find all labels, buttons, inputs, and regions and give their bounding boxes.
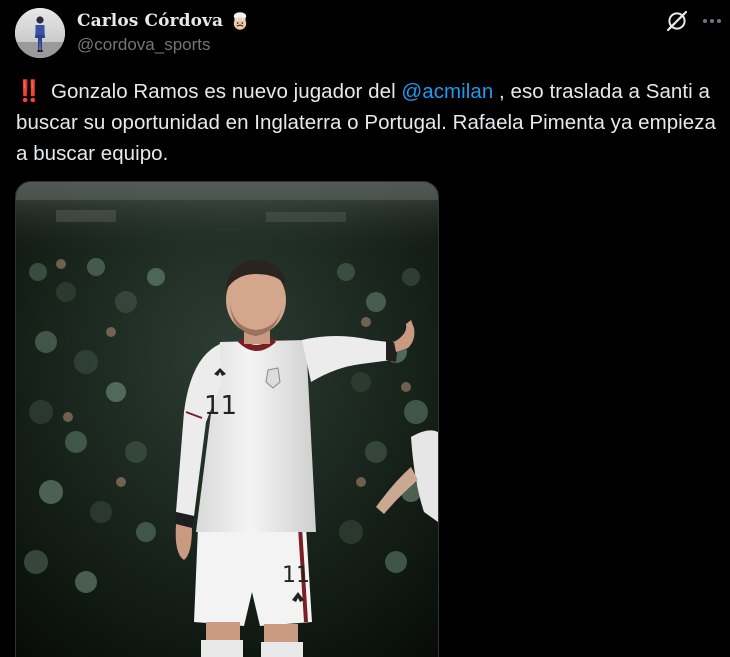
author-name[interactable]: Carlos Córdova <box>77 11 223 31</box>
more-options-icon[interactable] <box>699 8 725 34</box>
author-avatar[interactable] <box>15 8 65 58</box>
avatar-image <box>15 8 65 58</box>
grok-icon[interactable] <box>664 8 690 34</box>
mention-link[interactable]: @acmilan <box>401 80 493 103</box>
author-name-row: Carlos Córdova <box>77 9 250 33</box>
author-handle[interactable]: @cordova_sports <box>77 35 211 55</box>
svg-text:11: 11 <box>204 391 237 421</box>
football-player-photo: 11 11 <box>16 182 438 657</box>
tweet-text: ‼️ Gonzalo Ramos es nuevo jugador del @a… <box>16 76 722 169</box>
chef-face-emoji-icon <box>233 12 247 30</box>
tweet-text-part1: Gonzalo Ramos es nuevo jugador del <box>50 80 402 103</box>
double-exclamation-icon: ‼️ <box>16 79 43 103</box>
tweet-media-photo[interactable]: 11 11 <box>15 181 439 657</box>
tweet[interactable]: Carlos Córdova @cordova_sports ‼️ Gonzal… <box>0 0 730 657</box>
shorts-number: 11 <box>282 563 310 588</box>
